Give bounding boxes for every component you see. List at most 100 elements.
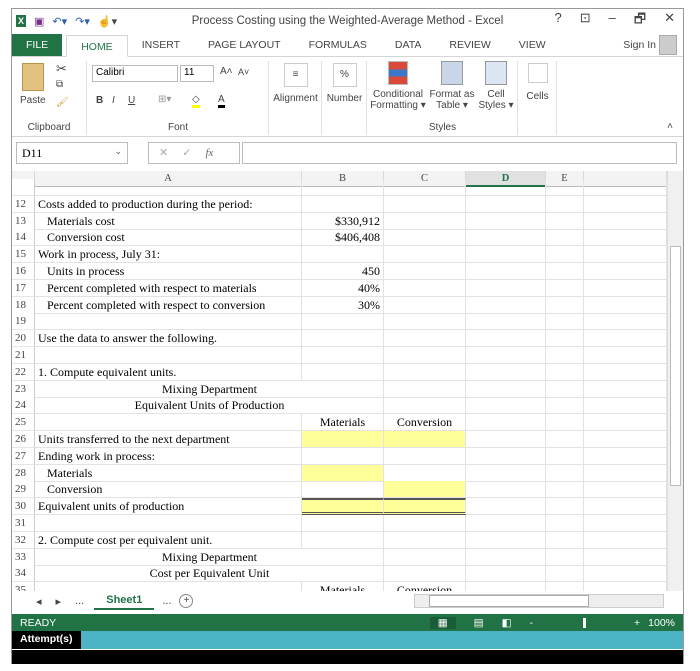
cell-a[interactable]: Materials cost [35, 212, 302, 230]
cell-a[interactable]: Equivalent Units of Production [35, 397, 384, 415]
bold-button[interactable]: B [96, 95, 103, 106]
cell-c[interactable]: Conversion [384, 414, 466, 432]
cell-f[interactable] [584, 431, 667, 448]
cell-a[interactable]: Percent completed with respect to materi… [35, 279, 302, 297]
cell-f[interactable] [584, 515, 667, 532]
row-header[interactable]: 14 [12, 229, 35, 247]
cell-c[interactable] [384, 380, 466, 398]
zoom-in-button[interactable]: + [634, 617, 640, 629]
next-sheet-button[interactable]: ▸ [56, 595, 62, 608]
cell-f[interactable] [584, 195, 667, 213]
cell-b[interactable] [302, 431, 384, 448]
grow-font-icon[interactable]: A˄ [220, 66, 233, 77]
cell-f[interactable] [584, 212, 667, 230]
cell-b[interactable]: 30% [302, 296, 384, 314]
underline-button[interactable]: U [128, 95, 135, 106]
cancel-icon[interactable]: ✕ [159, 147, 182, 159]
formula-input[interactable] [242, 142, 677, 164]
cell-f[interactable] [584, 279, 667, 297]
cell-styles-button[interactable]: Cell Styles ▾ [476, 61, 516, 111]
cell-a[interactable] [35, 347, 302, 364]
cell-c[interactable] [384, 363, 466, 381]
cell-a[interactable]: Materials [35, 464, 302, 482]
cell-e[interactable] [546, 447, 584, 465]
row-header[interactable]: 13 [12, 212, 35, 230]
cell-f[interactable] [584, 447, 667, 465]
copy-icon[interactable]: ⧉ [56, 79, 63, 90]
cell-a[interactable]: Equivalent units of production [35, 498, 302, 516]
cell-e[interactable] [546, 397, 584, 415]
font-color-icon[interactable]: A [218, 94, 225, 108]
add-sheet-button[interactable]: + [179, 594, 194, 608]
row-header[interactable]: 15 [12, 246, 35, 264]
cell-d[interactable] [466, 548, 546, 566]
insert-function-icon[interactable]: fx [205, 147, 213, 159]
cell-b[interactable] [302, 515, 384, 532]
row-header[interactable]: 20 [12, 330, 35, 348]
tab-review[interactable]: REVIEW [435, 34, 504, 56]
cell-a[interactable]: 2. Compute cost per equivalent unit. [35, 531, 302, 549]
cell-e[interactable] [546, 498, 584, 516]
cell-a[interactable]: Mixing Department [35, 381, 384, 398]
cell-c[interactable] [384, 195, 466, 213]
close-button[interactable]: ✕ [664, 10, 675, 32]
row-header[interactable]: 22 [12, 363, 35, 381]
alignment-button[interactable]: ≡ Alignment [270, 61, 322, 135]
cell-d[interactable] [466, 582, 546, 591]
cell-b[interactable]: Materials [302, 414, 384, 432]
zoom-slider[interactable] [583, 617, 586, 628]
cell-e[interactable] [546, 212, 584, 230]
attempts-button[interactable]: Attempt(s) [12, 631, 81, 649]
row-header[interactable]: 26 [12, 431, 35, 448]
conditional-formatting-button[interactable]: Conditional Formatting ▾ [370, 61, 426, 111]
cell-b[interactable] [302, 179, 384, 196]
cell-a[interactable]: Cost per Equivalent Unit [35, 565, 384, 583]
row-header[interactable]: 12 [12, 195, 35, 213]
sheet-tab-sheet1[interactable]: Sheet1 [94, 592, 155, 610]
cell-d[interactable] [466, 330, 546, 348]
cell-d[interactable] [466, 565, 546, 583]
zoom-out-button[interactable]: - [530, 617, 534, 629]
spreadsheet-grid[interactable]: A B C D E Costs added to production duri… [12, 171, 667, 591]
row-header[interactable]: 19 [12, 313, 35, 331]
cell-f[interactable] [584, 263, 667, 280]
tab-formulas[interactable]: FORMULAS [295, 34, 381, 56]
cell-b[interactable] [302, 195, 384, 213]
avatar[interactable] [659, 35, 677, 55]
cell-b[interactable] [302, 464, 384, 482]
cell-f[interactable] [584, 397, 667, 415]
cell-c[interactable] [384, 330, 466, 348]
row-header[interactable]: 25 [12, 414, 35, 432]
tab-home[interactable]: HOME [66, 35, 128, 57]
cell-d[interactable] [466, 246, 546, 264]
row-header[interactable]: 30 [12, 498, 35, 516]
normal-view-icon[interactable]: ▦ [429, 616, 456, 629]
cell-c[interactable] [384, 296, 466, 314]
tab-view[interactable]: VIEW [505, 34, 560, 56]
cell-b[interactable] [302, 363, 384, 381]
cell-b[interactable] [302, 330, 384, 348]
undo-icon[interactable]: ↶▾ [52, 15, 67, 28]
cell-a[interactable]: Ending work in process: [35, 447, 302, 465]
name-box[interactable]: D11 ⌄ [16, 142, 128, 164]
zoom-level[interactable]: 100% [648, 617, 675, 629]
row-header[interactable]: 34 [12, 565, 35, 583]
cell-f[interactable] [584, 179, 667, 196]
cell-e[interactable] [546, 565, 584, 583]
cell-a[interactable]: Work in process, July 31: [35, 246, 302, 264]
cell-e[interactable] [546, 380, 584, 398]
cell-a[interactable]: Use the data to answer the following. [35, 330, 302, 348]
cell-b[interactable] [302, 481, 384, 499]
row-header[interactable]: 28 [12, 464, 35, 482]
cell-a[interactable] [35, 179, 302, 196]
cell-e[interactable] [546, 347, 584, 364]
cell-b[interactable]: Materials [302, 582, 384, 591]
cell-e[interactable] [546, 313, 584, 331]
paste-button[interactable]: Paste [20, 63, 46, 106]
cell-c[interactable] [384, 498, 466, 516]
cell-e[interactable] [546, 431, 584, 448]
cell-d[interactable] [466, 397, 546, 415]
sheet-overflow-right[interactable]: ... [162, 595, 171, 607]
row-header[interactable]: 23 [12, 380, 35, 398]
row-header[interactable]: 24 [12, 397, 35, 415]
